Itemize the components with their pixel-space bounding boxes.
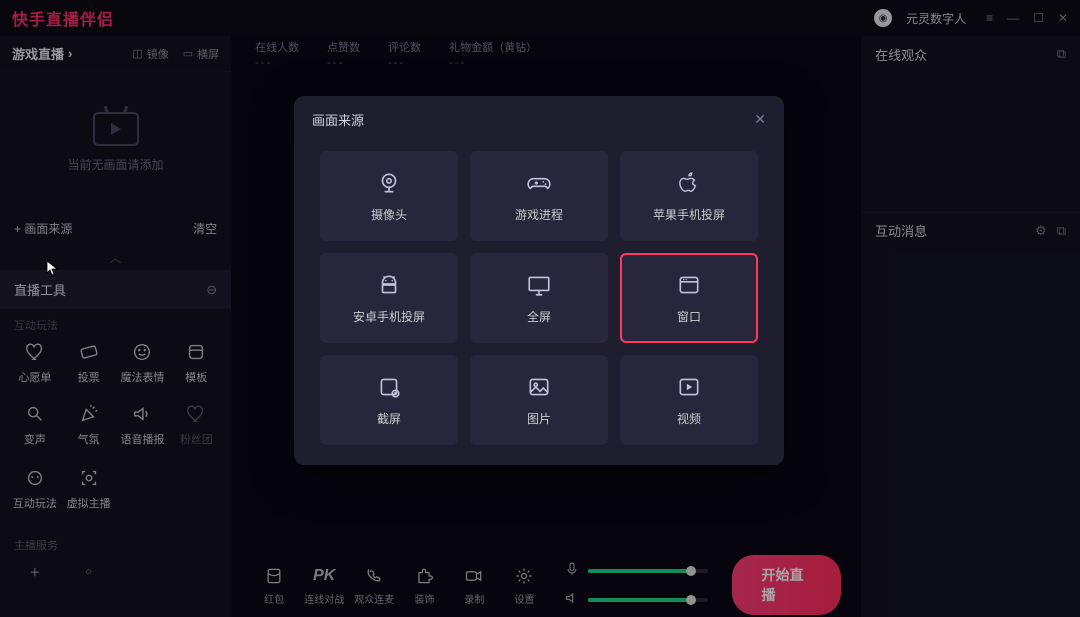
monitor-icon bbox=[526, 272, 552, 298]
crop-icon bbox=[376, 374, 402, 400]
android-icon bbox=[376, 272, 402, 298]
modal-title: 画面来源 bbox=[312, 110, 364, 129]
source-window[interactable]: 窗口 bbox=[620, 253, 758, 343]
source-android[interactable]: 安卓手机投屏 bbox=[320, 253, 458, 343]
apple-icon bbox=[678, 170, 700, 196]
source-fullscreen[interactable]: 全屏 bbox=[470, 253, 608, 343]
close-modal-icon[interactable]: ✕ bbox=[754, 111, 766, 128]
source-game[interactable]: 游戏进程 bbox=[470, 151, 608, 241]
source-modal: 画面来源 ✕ 摄像头 游戏进程 苹果手机投屏 安卓手机投屏 全屏 窗口 bbox=[294, 96, 784, 465]
window-icon bbox=[676, 272, 702, 298]
source-camera[interactable]: 摄像头 bbox=[320, 151, 458, 241]
source-ios[interactable]: 苹果手机投屏 bbox=[620, 151, 758, 241]
source-video[interactable]: 视频 bbox=[620, 355, 758, 445]
image-icon bbox=[526, 374, 552, 400]
webcam-icon bbox=[376, 170, 402, 196]
source-image[interactable]: 图片 bbox=[470, 355, 608, 445]
gamepad-icon bbox=[525, 170, 553, 196]
source-screenshot[interactable]: 截屏 bbox=[320, 355, 458, 445]
video-icon bbox=[676, 374, 702, 400]
